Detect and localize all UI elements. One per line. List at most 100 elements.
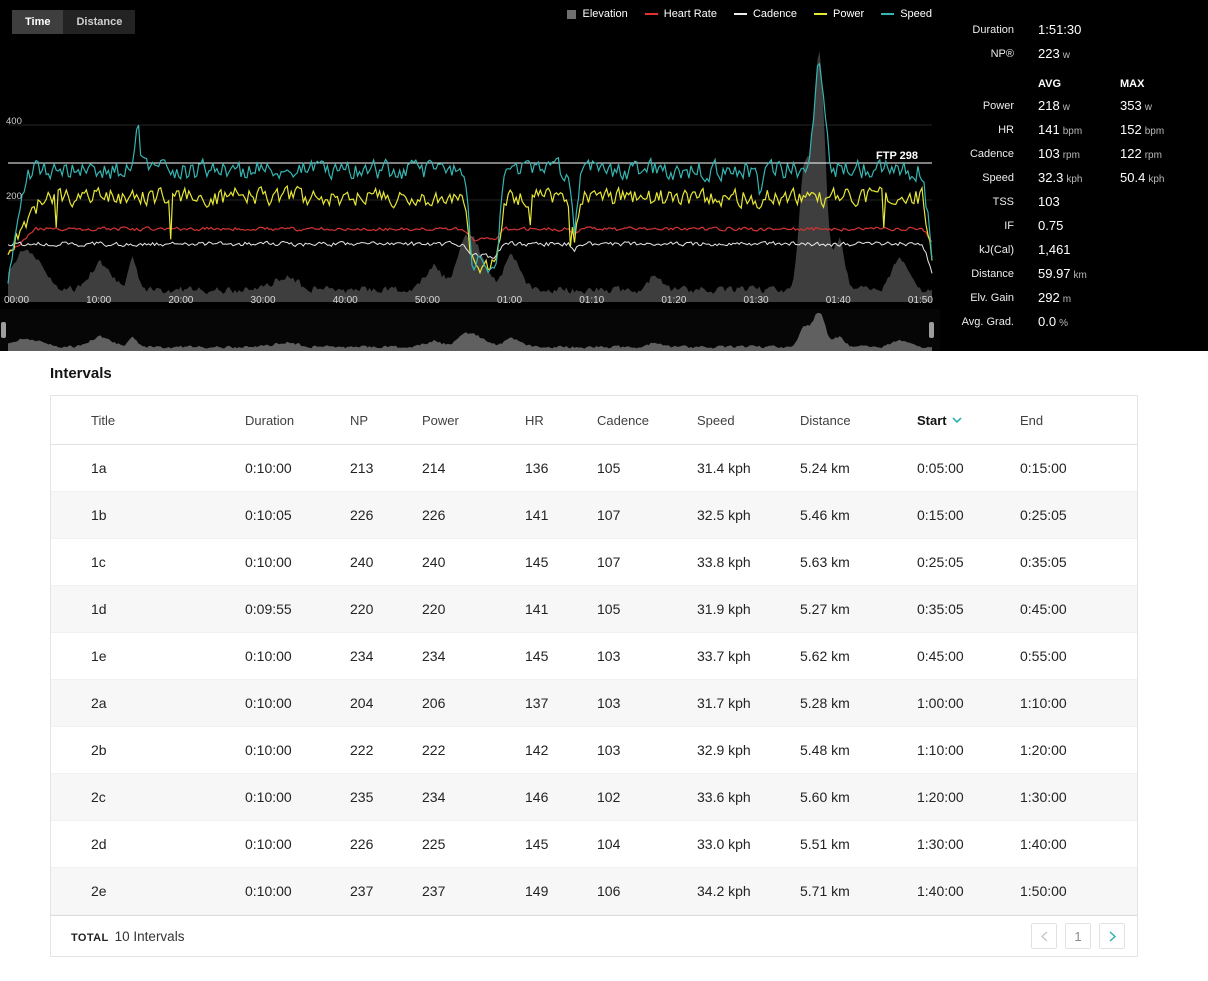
col-speed[interactable]: Speed — [697, 413, 800, 428]
col-title[interactable]: Title — [91, 413, 245, 428]
stat-label: HR — [998, 124, 1014, 136]
cell-np: 220 — [350, 601, 374, 617]
page-number-button[interactable]: 1 — [1065, 923, 1091, 949]
stat-row: Elv. Gain 292 m — [952, 286, 1204, 310]
cell-speed: 31.7 kph — [697, 695, 751, 711]
col-np[interactable]: NP — [350, 413, 422, 428]
cell-duration: 0:10:00 — [245, 742, 292, 758]
col-hr[interactable]: HR — [525, 413, 597, 428]
x-tick-label: 30:00 — [250, 295, 276, 306]
intervals-table: Title Duration NP Power HR Cadence Speed… — [50, 395, 1138, 957]
cell-speed: 32.9 kph — [697, 742, 751, 758]
table-row[interactable]: 1d 0:09:55 220 220 141 105 31.9 kph 5.27… — [51, 586, 1137, 633]
cell-duration: 0:10:00 — [245, 460, 292, 476]
cell-hr: 145 — [525, 648, 549, 664]
table-row[interactable]: 2c 0:10:00 235 234 146 102 33.6 kph 5.60… — [51, 774, 1137, 821]
cell-power: 222 — [422, 742, 446, 758]
cell-title: 1c — [91, 554, 106, 570]
legend-item[interactable]: Elevation — [567, 8, 628, 20]
legend-label: Elevation — [582, 8, 628, 20]
intervals-section: Intervals Title Duration NP Power HR Cad… — [0, 351, 1208, 957]
stat-number: 32.3 — [1038, 170, 1064, 185]
legend-label: Power — [833, 8, 865, 20]
stat-number: 103 — [1038, 146, 1060, 161]
stat-label: Avg. Grad. — [961, 316, 1014, 328]
stat-label: Distance — [971, 268, 1014, 280]
cell-start: 1:10:00 — [917, 742, 964, 758]
stat-max-value: 353 w — [1120, 97, 1204, 115]
table-row[interactable]: 2e 0:10:00 237 237 149 106 34.2 kph 5.71… — [51, 868, 1137, 915]
legend-item[interactable]: Cadence — [733, 8, 797, 20]
scrubber-right-handle[interactable] — [929, 322, 934, 338]
stat-value: 292 m — [1038, 289, 1204, 307]
col-end[interactable]: End — [1020, 413, 1137, 428]
x-tick-label: 40:00 — [332, 295, 358, 306]
x-tick-label: 20:00 — [168, 295, 194, 306]
cell-cadence: 103 — [597, 695, 621, 711]
legend-item[interactable]: Power — [814, 8, 864, 20]
scrubber-left-handle[interactable] — [1, 322, 6, 338]
legend-item[interactable]: Heart Rate — [644, 8, 717, 20]
cell-distance: 5.46 km — [800, 507, 850, 523]
minimap-elevation-area — [8, 313, 932, 351]
y-tick-400: 400 — [6, 116, 22, 127]
intervals-table-body: 1a 0:10:00 213 214 136 105 31.4 kph 5.24… — [51, 445, 1137, 915]
stat-label: Speed — [982, 172, 1014, 184]
stat-label: Duration — [972, 24, 1014, 36]
distance-toggle-button[interactable]: Distance — [63, 10, 136, 34]
stat-avg-value: 103 rpm — [1038, 145, 1120, 163]
cell-power: 240 — [422, 554, 446, 570]
table-row[interactable]: 1e 0:10:00 234 234 145 103 33.7 kph 5.62… — [51, 633, 1137, 680]
stat-unit: kph — [1148, 174, 1165, 185]
cell-hr: 146 — [525, 789, 549, 805]
cell-np: 234 — [350, 648, 374, 664]
table-row[interactable]: 1b 0:10:05 226 226 141 107 32.5 kph 5.46… — [51, 492, 1137, 539]
table-row[interactable]: 2d 0:10:00 226 225 145 104 33.0 kph 5.51… — [51, 821, 1137, 868]
cell-speed: 31.4 kph — [697, 460, 751, 476]
chart-scrubber[interactable] — [0, 309, 940, 351]
cell-hr: 145 — [525, 554, 549, 570]
x-axis: 00:00 10:00 20:00 30:00 40:00 50:00 01:00 01:10… — [4, 295, 933, 306]
col-power[interactable]: Power — [422, 413, 525, 428]
table-row[interactable]: 1c 0:10:00 240 240 145 107 33.8 kph 5.63… — [51, 539, 1137, 586]
stats-bottom-group: TSS 103 IF 0.75 kJ(Cal) 1,461 Distance 5… — [952, 190, 1204, 334]
cell-speed: 31.9 kph — [697, 601, 751, 617]
cell-speed: 33.6 kph — [697, 789, 751, 805]
cell-start: 1:00:00 — [917, 695, 964, 711]
col-duration[interactable]: Duration — [245, 413, 350, 428]
stat-row: IF 0.75 — [952, 214, 1204, 238]
cell-cadence: 107 — [597, 554, 621, 570]
stat-value: 0.75 — [1038, 217, 1204, 235]
cell-duration: 0:10:00 — [245, 836, 292, 852]
col-distance[interactable]: Distance — [800, 413, 917, 428]
total-summary: TOTAL 10 Intervals — [71, 929, 184, 944]
legend-item[interactable]: Speed — [881, 8, 932, 20]
intervals-title: Intervals — [50, 365, 112, 382]
stat-row: Power 218 w 353 w — [952, 94, 1204, 118]
x-tick-label: 01:50 — [907, 295, 933, 306]
stat-number: 218 — [1038, 98, 1060, 113]
table-row[interactable]: 1a 0:10:00 213 214 136 105 31.4 kph 5.24… — [51, 445, 1137, 492]
cell-distance: 5.48 km — [800, 742, 850, 758]
cell-end: 1:30:00 — [1020, 789, 1067, 805]
cell-hr: 141 — [525, 507, 549, 523]
prev-page-button[interactable] — [1031, 923, 1057, 949]
stat-unit: rpm — [1062, 150, 1080, 161]
time-toggle-button[interactable]: Time — [12, 10, 64, 34]
table-row[interactable]: 2a 0:10:00 204 206 137 103 31.7 kph 5.28… — [51, 680, 1137, 727]
cell-start: 0:25:05 — [917, 554, 964, 570]
table-row[interactable]: 2b 0:10:00 222 222 142 103 32.9 kph 5.48… — [51, 727, 1137, 774]
cell-speed: 33.8 kph — [697, 554, 751, 570]
cell-title: 2e — [91, 883, 107, 899]
col-start[interactable]: Start — [917, 413, 1020, 428]
ride-data-chart[interactable] — [0, 0, 940, 308]
stat-avg-value: 218 w — [1038, 97, 1120, 115]
cell-duration: 0:10:00 — [245, 883, 292, 899]
cell-end: 0:35:05 — [1020, 554, 1067, 570]
legend-label: Cadence — [752, 8, 797, 20]
stat-label: Cadence — [969, 148, 1014, 160]
cell-start: 1:40:00 — [917, 883, 964, 899]
next-page-button[interactable] — [1099, 923, 1125, 949]
x-tick-label: 00:00 — [4, 295, 30, 306]
col-cadence[interactable]: Cadence — [597, 413, 697, 428]
